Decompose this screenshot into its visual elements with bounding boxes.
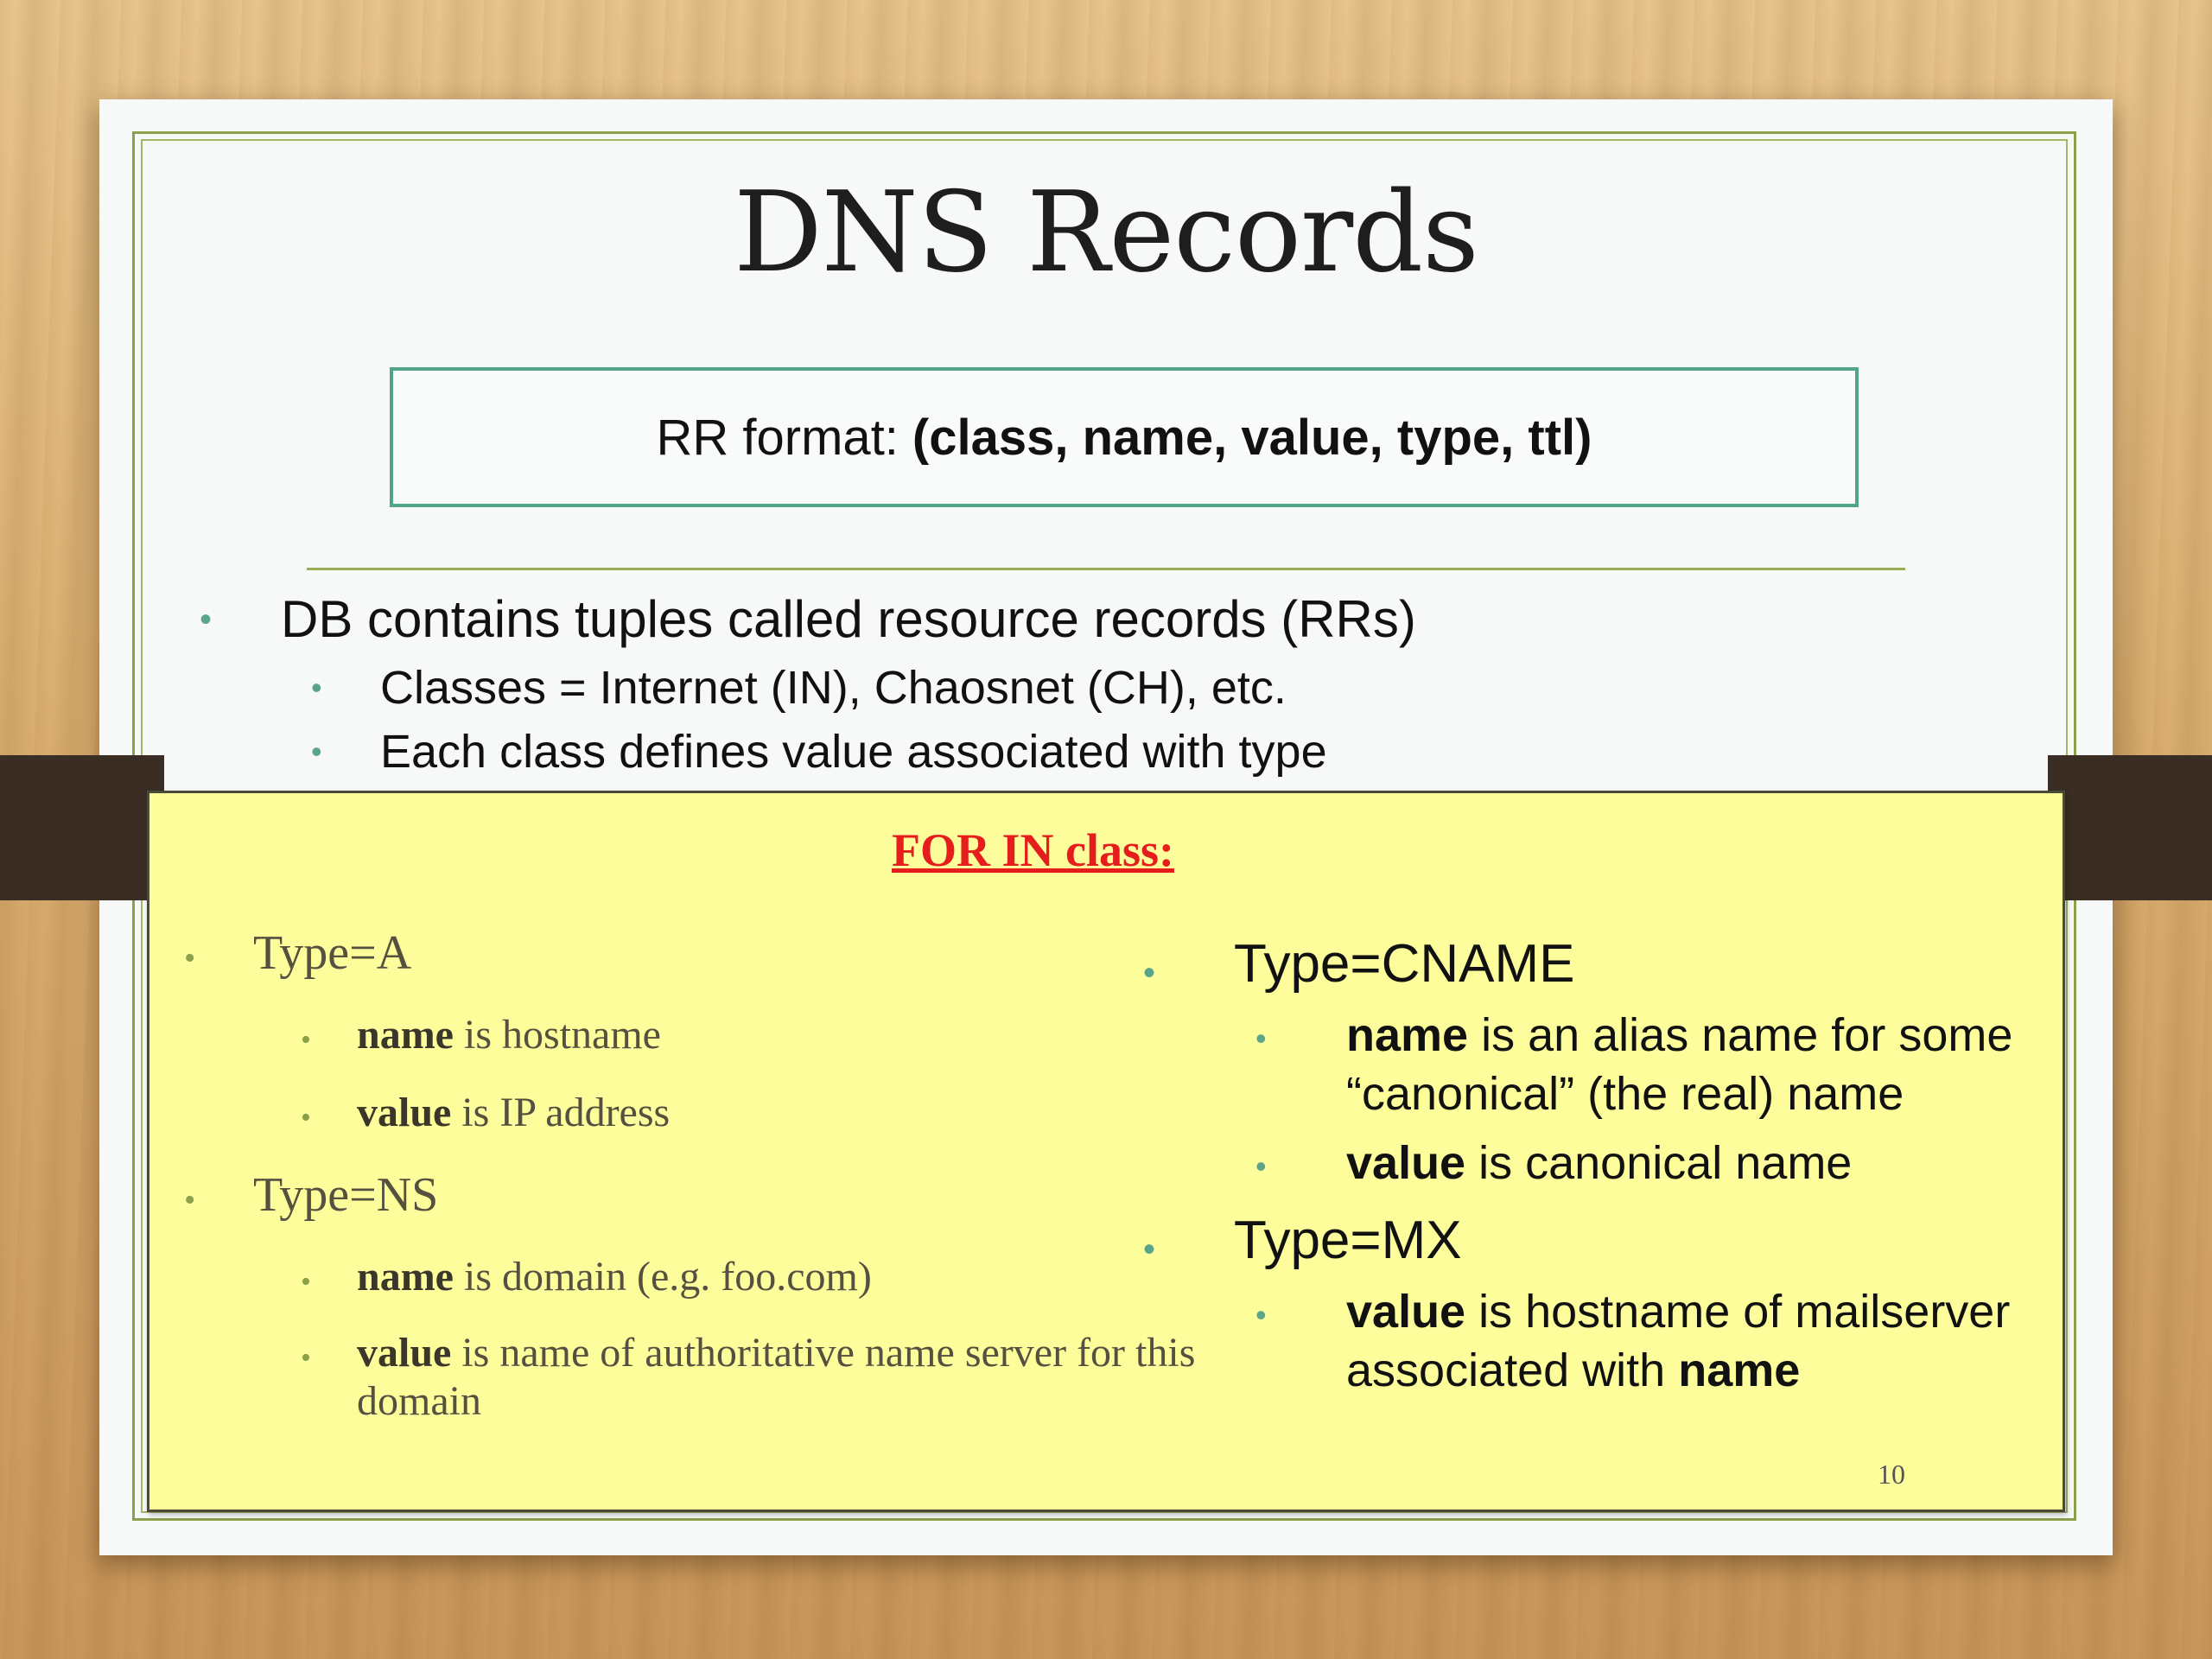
note-left-column: • Type=A • name is hostname • value is I… <box>184 923 1264 1426</box>
rr-format-label: RR format: <box>656 409 899 466</box>
item-text: is canonical name <box>1465 1137 1853 1189</box>
bullet-dot-icon: • <box>1255 1020 1267 1056</box>
bullet-dot-icon: • <box>1143 1230 1156 1268</box>
note-title: FOR IN class: <box>892 824 1174 876</box>
bullet-dot-icon: • <box>311 734 322 769</box>
rr-format-value: (class, name, value, type, ttl) <box>912 409 1592 466</box>
type-a-label: Type=A <box>253 926 412 980</box>
type-mx-value-item: • value is hostname of mailserver associ… <box>1143 1282 2059 1400</box>
page-number: 10 <box>1878 1459 1905 1490</box>
bullet-text: Each class defines value associated with… <box>380 726 1327 778</box>
bold-term: value <box>1346 1286 1466 1338</box>
slide-title: DNS Records <box>734 168 1479 297</box>
bullet-item: • DB contains tuples called resource rec… <box>151 583 1966 656</box>
bold-term: value <box>1346 1137 1466 1189</box>
bullet-dot-icon: • <box>301 1102 311 1134</box>
bullet-dot-icon: • <box>1255 1148 1267 1184</box>
bullet-dot-icon: • <box>200 601 213 639</box>
type-mx-item: • Type=MX <box>1143 1208 2059 1282</box>
type-cname-item: • Type=CNAME <box>1143 931 2059 1006</box>
binder-clip-left <box>0 755 164 900</box>
type-a-value-item: • value is IP address <box>184 1087 1264 1165</box>
type-ns-item: • Type=NS <box>184 1165 1264 1251</box>
bold-term: value <box>357 1090 452 1135</box>
bullet-dot-icon: • <box>1255 1297 1267 1332</box>
type-ns-name-item: • name is domain (e.g. foo.com) <box>184 1251 1264 1329</box>
item-text: is domain (e.g. foo.com) <box>453 1254 872 1300</box>
note-right-column: • Type=CNAME • name is an alias name for… <box>1143 931 2059 1400</box>
bold-term: name <box>1346 1009 1469 1061</box>
sub-bullet-item: • Classes = Internet (IN), Chaosnet (CH)… <box>151 656 1966 720</box>
bullet-dot-icon: • <box>1143 954 1156 992</box>
bullet-list: • DB contains tuples called resource rec… <box>151 583 1966 784</box>
type-a-item: • Type=A <box>184 923 1264 1009</box>
bullet-dot-icon: • <box>311 670 322 705</box>
item-text: is name of authoritative name server for… <box>357 1330 1196 1424</box>
bullet-dot-icon: • <box>301 1024 311 1056</box>
bold-term: name <box>357 1012 454 1058</box>
item-text: is hostname <box>453 1012 661 1058</box>
binder-clip-right <box>2048 755 2212 900</box>
type-cname-label: Type=CNAME <box>1234 934 1575 994</box>
bullet-dot-icon: • <box>301 1342 311 1374</box>
type-ns-label: Type=NS <box>253 1168 439 1222</box>
bullet-dot-icon: • <box>301 1266 311 1298</box>
type-a-name-item: • name is hostname <box>184 1009 1264 1087</box>
item-text: is IP address <box>451 1090 671 1135</box>
bullet-dot-icon: • <box>184 1182 196 1218</box>
divider-line <box>307 568 1905 570</box>
bold-term: name <box>357 1254 454 1300</box>
bold-term: value <box>357 1330 452 1376</box>
bullet-text: DB contains tuples called resource recor… <box>281 590 1416 648</box>
sub-bullet-item: • Each class defines value associated wi… <box>151 720 1966 784</box>
type-cname-name-item: • name is an alias name for some “canoni… <box>1143 1006 2059 1123</box>
bullet-dot-icon: • <box>184 940 196 976</box>
sticky-note: FOR IN class: • Type=A • name is hostnam… <box>147 791 2065 1512</box>
type-mx-label: Type=MX <box>1234 1211 1462 1270</box>
type-cname-value-item: • value is canonical name <box>1143 1134 2059 1192</box>
rr-format-box: RR format: (class, name, value, type, tt… <box>390 367 1859 507</box>
bullet-text: Classes = Internet (IN), Chaosnet (CH), … <box>380 662 1287 714</box>
bold-term: name <box>1678 1344 1801 1396</box>
